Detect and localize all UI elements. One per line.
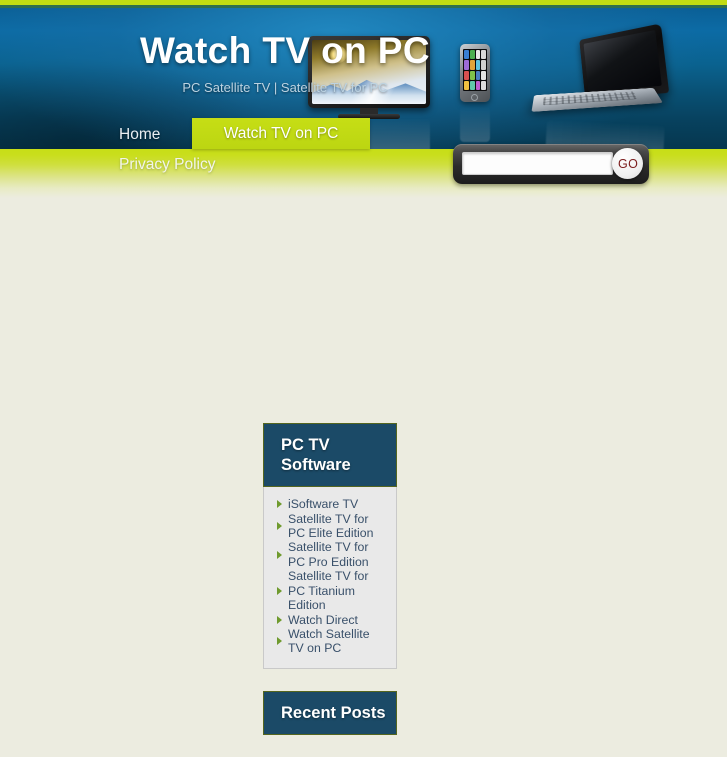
list-item-label: Satellite TV for PC Titanium Edition [288,569,369,613]
site-tagline: PC Satellite TV | Satellite TV for PC [182,80,388,95]
widget-body: iSoftware TV Satellite TV for PC Elite E… [263,487,397,669]
main-content-area: PC TV Software iSoftware TV Satellite TV… [0,198,727,735]
search-box: GO [453,144,649,184]
arrow-bullet-icon [277,637,282,646]
list-item-label: Watch Satellite TV on PC [288,626,370,656]
smartphone-image [460,44,490,102]
site-title: Watch TV on PC [140,30,430,71]
phone-home-button [471,94,478,101]
list-item[interactable]: Watch Satellite TV on PC [272,627,388,656]
arrow-bullet-icon [277,586,282,595]
list-item-label: iSoftware TV [288,497,359,512]
laptop-lid [579,23,670,99]
list-item[interactable]: Satellite TV for PC Titanium Edition [272,569,388,612]
sidebar: PC TV Software iSoftware TV Satellite TV… [263,423,397,757]
top-divider-line [0,5,727,8]
arrow-bullet-icon [277,522,282,531]
search-go-button[interactable]: GO [612,148,643,179]
phone-body [460,44,490,102]
search-input[interactable] [462,152,613,175]
widget-pc-tv-software: PC TV Software iSoftware TV Satellite TV… [263,423,397,669]
arrow-bullet-icon [277,500,282,509]
widget-title: PC TV Software [263,423,397,488]
nav-item-watch-tv-on-pc-active[interactable]: Watch TV on PC [192,118,370,149]
arrow-bullet-icon [277,550,282,559]
list-item-label: Watch Direct [288,612,358,627]
nav-item-privacy-policy[interactable]: Privacy Policy [119,156,215,174]
nav-item-home[interactable]: Home [119,126,160,144]
list-item-label: Satellite TV for PC Elite Edition [288,511,374,541]
laptop-keyboard-base [531,87,663,112]
list-item[interactable]: Watch Direct [272,613,388,627]
list-item[interactable]: Satellite TV for PC Elite Edition [272,512,388,541]
list-item[interactable]: iSoftware TV [272,497,388,511]
widget-title: Recent Posts [263,690,397,735]
laptop-image [531,23,672,124]
pc-tv-software-list: iSoftware TV Satellite TV for PC Elite E… [272,497,388,655]
arrow-bullet-icon [277,615,282,624]
widget-recent-posts: Recent Posts [263,690,397,735]
phone-screen [463,49,487,91]
